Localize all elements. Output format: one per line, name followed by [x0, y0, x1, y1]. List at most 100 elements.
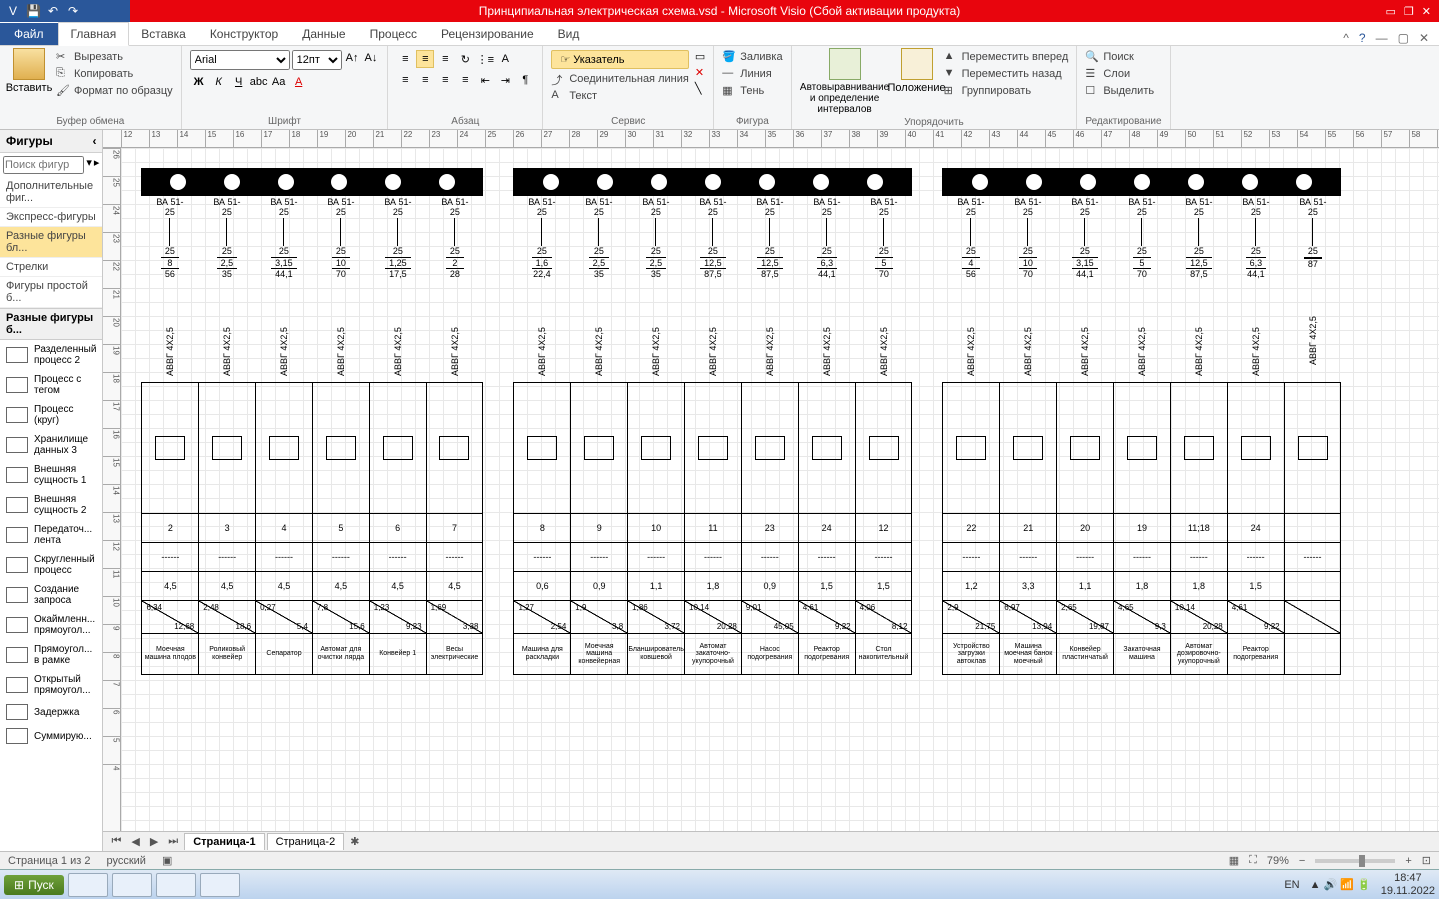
window-restore-icon[interactable]: ▢ — [1398, 31, 1409, 45]
stencil-item[interactable]: Экспресс-фигуры — [0, 208, 102, 227]
canvas[interactable]: 1213141516171819202122232425262728293031… — [103, 130, 1439, 851]
pane-collapse-icon[interactable]: ‹ — [92, 134, 96, 148]
file-tab[interactable]: Файл — [0, 23, 58, 45]
select-button[interactable]: ☐Выделить — [1085, 84, 1154, 98]
bullets-icon[interactable]: ⋮≡ — [476, 50, 494, 68]
send-backward-button[interactable]: ▼Переместить назад — [944, 67, 1069, 81]
close-tool-icon[interactable]: ✕ — [695, 66, 705, 79]
group-button[interactable]: ⊞Группировать — [944, 84, 1069, 98]
tab-view[interactable]: Вид — [546, 23, 592, 45]
redo-icon[interactable]: ↷ — [66, 4, 80, 18]
taskbar-explorer-icon[interactable] — [156, 873, 196, 897]
tab-home[interactable]: Главная — [58, 22, 130, 46]
case-button[interactable]: Aa — [270, 73, 288, 91]
page-next-icon[interactable]: ▶ — [146, 835, 162, 848]
stencil-item[interactable]: Стрелки — [0, 258, 102, 277]
autoalign-button[interactable]: Автовыравнивание и определение интервало… — [800, 48, 890, 115]
help-icon[interactable]: ? — [1359, 31, 1366, 45]
align-right-icon[interactable]: ≡ — [436, 71, 454, 89]
pointer-tool-button[interactable]: ☞ Указатель — [551, 50, 688, 69]
shape-item[interactable]: Скругленный процесс — [0, 550, 102, 580]
drawing-page[interactable]: ВА 51-2525856АВВГ 4Х2,5ВА 51-25252,535АВ… — [121, 148, 1439, 831]
align-middle-icon[interactable]: ≡ — [416, 50, 434, 68]
italic-button[interactable]: К — [210, 73, 228, 91]
shape-item[interactable]: Создание запроса — [0, 580, 102, 610]
shape-item[interactable]: Внешняя сущность 1 — [0, 460, 102, 490]
macro-record-icon[interactable]: ▣ — [162, 854, 172, 867]
font-size-select[interactable]: 12пт — [292, 50, 342, 70]
stencil-item[interactable]: Дополнительные фиг... — [0, 177, 102, 208]
fit-window-icon[interactable]: ⊡ — [1422, 854, 1431, 867]
tab-design[interactable]: Конструктор — [198, 23, 290, 45]
ribbon-minimize-icon[interactable]: ^ — [1343, 31, 1349, 45]
shape-item[interactable]: Хранилище данных 3 — [0, 430, 102, 460]
layers-button[interactable]: ☰Слои — [1085, 67, 1154, 81]
stencil-item[interactable]: Разные фигуры бл... — [0, 227, 102, 258]
tab-process[interactable]: Процесс — [358, 23, 429, 45]
window-close-icon[interactable]: ✕ — [1419, 31, 1429, 45]
align-center-icon[interactable]: ≡ — [416, 71, 434, 89]
fill-button[interactable]: 🪣Заливка — [722, 50, 782, 64]
view-mode-icon[interactable]: ▦ — [1229, 854, 1239, 867]
taskbar-edge-icon[interactable] — [68, 873, 108, 897]
page-last-icon[interactable]: ⏭ — [164, 835, 182, 848]
connector-tool-button[interactable]: ⤴Соединительная линия — [551, 72, 688, 86]
page-tab-2[interactable]: Страница-2 — [267, 833, 345, 850]
minimize-icon[interactable]: ▭ — [1386, 5, 1396, 18]
orientation-icon[interactable]: ↻ — [456, 50, 474, 68]
font-name-select[interactable]: Arial — [190, 50, 290, 70]
tray-icons[interactable]: ▲ 🔊 📶 🔋 — [1310, 878, 1371, 891]
start-button[interactable]: ⊞Пуск — [4, 875, 64, 895]
shape-item[interactable]: Прямоугол... в рамке — [0, 640, 102, 670]
close-icon[interactable]: ✕ — [1422, 5, 1431, 18]
tab-data[interactable]: Данные — [290, 23, 357, 45]
decrease-font-icon[interactable]: A↓ — [362, 50, 379, 70]
line-tool-icon[interactable]: ╲ — [695, 82, 705, 95]
page-first-icon[interactable]: ⏮ — [107, 835, 125, 848]
shape-item[interactable]: Процесс с тегом — [0, 370, 102, 400]
maximize-icon[interactable]: ❐ — [1404, 5, 1414, 18]
window-min-icon[interactable]: — — [1376, 31, 1388, 45]
position-button[interactable]: Положение — [896, 48, 938, 94]
shape-search-go-icon[interactable]: ▸ — [94, 156, 100, 174]
shape-item[interactable]: Открытый прямоугол... — [0, 670, 102, 700]
text-direction-icon[interactable]: A — [496, 50, 514, 68]
zoom-in-icon[interactable]: + — [1405, 855, 1411, 867]
copy-button[interactable]: ⎘Копировать — [56, 67, 173, 81]
bring-forward-button[interactable]: ▲Переместить вперед — [944, 50, 1069, 64]
shape-item[interactable]: Процесс (круг) — [0, 400, 102, 430]
taskbar-visio-icon[interactable] — [200, 873, 240, 897]
decrease-indent-icon[interactable]: ⇤ — [476, 71, 494, 89]
zoom-slider[interactable] — [1315, 859, 1395, 863]
shadow-button[interactable]: ▦Тень — [722, 84, 782, 98]
status-language[interactable]: русский — [106, 855, 145, 867]
align-top-icon[interactable]: ≡ — [396, 50, 414, 68]
zoom-out-icon[interactable]: − — [1299, 855, 1305, 867]
page-add-icon[interactable]: ✱ — [346, 835, 363, 848]
tab-review[interactable]: Рецензирование — [429, 23, 546, 45]
find-button[interactable]: 🔍Поиск — [1085, 50, 1154, 64]
cut-button[interactable]: ✂Вырезать — [56, 50, 173, 64]
shape-item[interactable]: Задержка — [0, 700, 102, 724]
increase-font-icon[interactable]: A↑ — [344, 50, 361, 70]
tab-insert[interactable]: Вставка — [129, 23, 198, 45]
page-tab-1[interactable]: Страница-1 — [184, 833, 264, 850]
stencil-item[interactable]: Фигуры простой б... — [0, 277, 102, 308]
full-screen-icon[interactable]: ⛶ — [1249, 854, 1257, 867]
bold-button[interactable]: Ж — [190, 73, 208, 91]
tray-lang[interactable]: EN — [1284, 879, 1299, 891]
increase-indent-icon[interactable]: ⇥ — [496, 71, 514, 89]
justify-icon[interactable]: ≡ — [456, 71, 474, 89]
save-icon[interactable]: 💾 — [26, 4, 40, 18]
align-bottom-icon[interactable]: ≡ — [436, 50, 454, 68]
rectangle-tool-icon[interactable]: ▭ — [695, 50, 705, 63]
paste-button[interactable]: Вставить — [8, 48, 50, 94]
line-button[interactable]: ―Линия — [722, 67, 782, 81]
shape-search-dropdown-icon[interactable]: ▾ — [86, 156, 92, 174]
undo-icon[interactable]: ↶ — [46, 4, 60, 18]
page-prev-icon[interactable]: ◀ — [127, 835, 143, 848]
taskbar-telegram-icon[interactable] — [112, 873, 152, 897]
align-left-icon[interactable]: ≡ — [396, 71, 414, 89]
underline-button[interactable]: Ч — [230, 73, 248, 91]
text-tool-button[interactable]: AТекст — [551, 89, 688, 103]
